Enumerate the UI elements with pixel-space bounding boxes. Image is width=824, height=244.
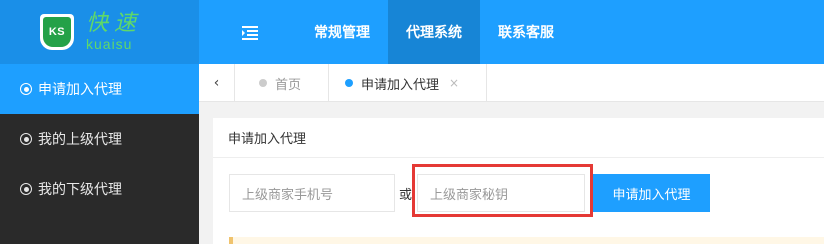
close-icon[interactable]: × [449, 76, 459, 90]
tab-dot-icon [259, 79, 267, 87]
tab-home[interactable]: 首页 [235, 64, 329, 102]
top-nav-routine[interactable]: 常规管理 [296, 0, 388, 64]
panel-title: 申请加入代理 [213, 118, 824, 158]
radio-dot-icon [20, 133, 32, 145]
tab-bar: ‹ 首页 申请加入代理 × [199, 64, 824, 102]
top-nav-contact-service[interactable]: 联系客服 [480, 0, 572, 64]
radio-dot-icon [20, 183, 32, 195]
sidebar-item-upper-agent[interactable]: 我的上级代理 [0, 114, 199, 164]
logo-badge-text: KS [43, 17, 71, 47]
sidebar-item-label: 我的上级代理 [38, 132, 122, 148]
top-nav-agent-system[interactable]: 代理系统 [388, 0, 480, 64]
tab-apply-agent[interactable]: 申请加入代理 × [329, 64, 487, 102]
tab-label: 首页 [275, 77, 302, 93]
logo-shield-icon: KS [40, 14, 74, 50]
sidebar-item-apply-agent[interactable]: 申请加入代理 [0, 64, 199, 114]
top-header: KS 快速 kuaisu 常规管理 代理系统 联系客服 [0, 0, 824, 64]
apply-agent-button[interactable]: 申请加入代理 [593, 174, 710, 212]
logo-cn: 快速 [86, 11, 143, 36]
logo-en: kuaisu [86, 36, 133, 52]
tab-label: 申请加入代理 [361, 77, 440, 93]
radio-dot-icon [20, 83, 32, 95]
logo-area[interactable]: KS 快速 kuaisu [0, 0, 199, 64]
tab-dot-icon [345, 79, 353, 87]
content-panel: 申请加入代理 上级商家手机号 或 上级商家秘钥 申请加入代理 [213, 118, 824, 244]
upper-merchant-phone-input[interactable]: 上级商家手机号 [229, 174, 395, 212]
or-label: 或 [399, 187, 413, 203]
menu-indent-icon[interactable] [236, 22, 264, 44]
sidebar-item-lower-agent[interactable]: 我的下级代理 [0, 164, 199, 214]
notice-bar [229, 237, 824, 244]
chevron-left-icon[interactable]: ‹ [199, 64, 235, 102]
logo-text: 快速 kuaisu [86, 11, 143, 52]
sidebar-item-label: 申请加入代理 [38, 82, 122, 98]
sidebar-item-label: 我的下级代理 [38, 182, 122, 198]
top-nav: 常规管理 代理系统 联系客服 [296, 0, 572, 64]
highlight-box [412, 164, 593, 217]
sidebar: 申请加入代理 我的上级代理 我的下级代理 [0, 64, 199, 244]
